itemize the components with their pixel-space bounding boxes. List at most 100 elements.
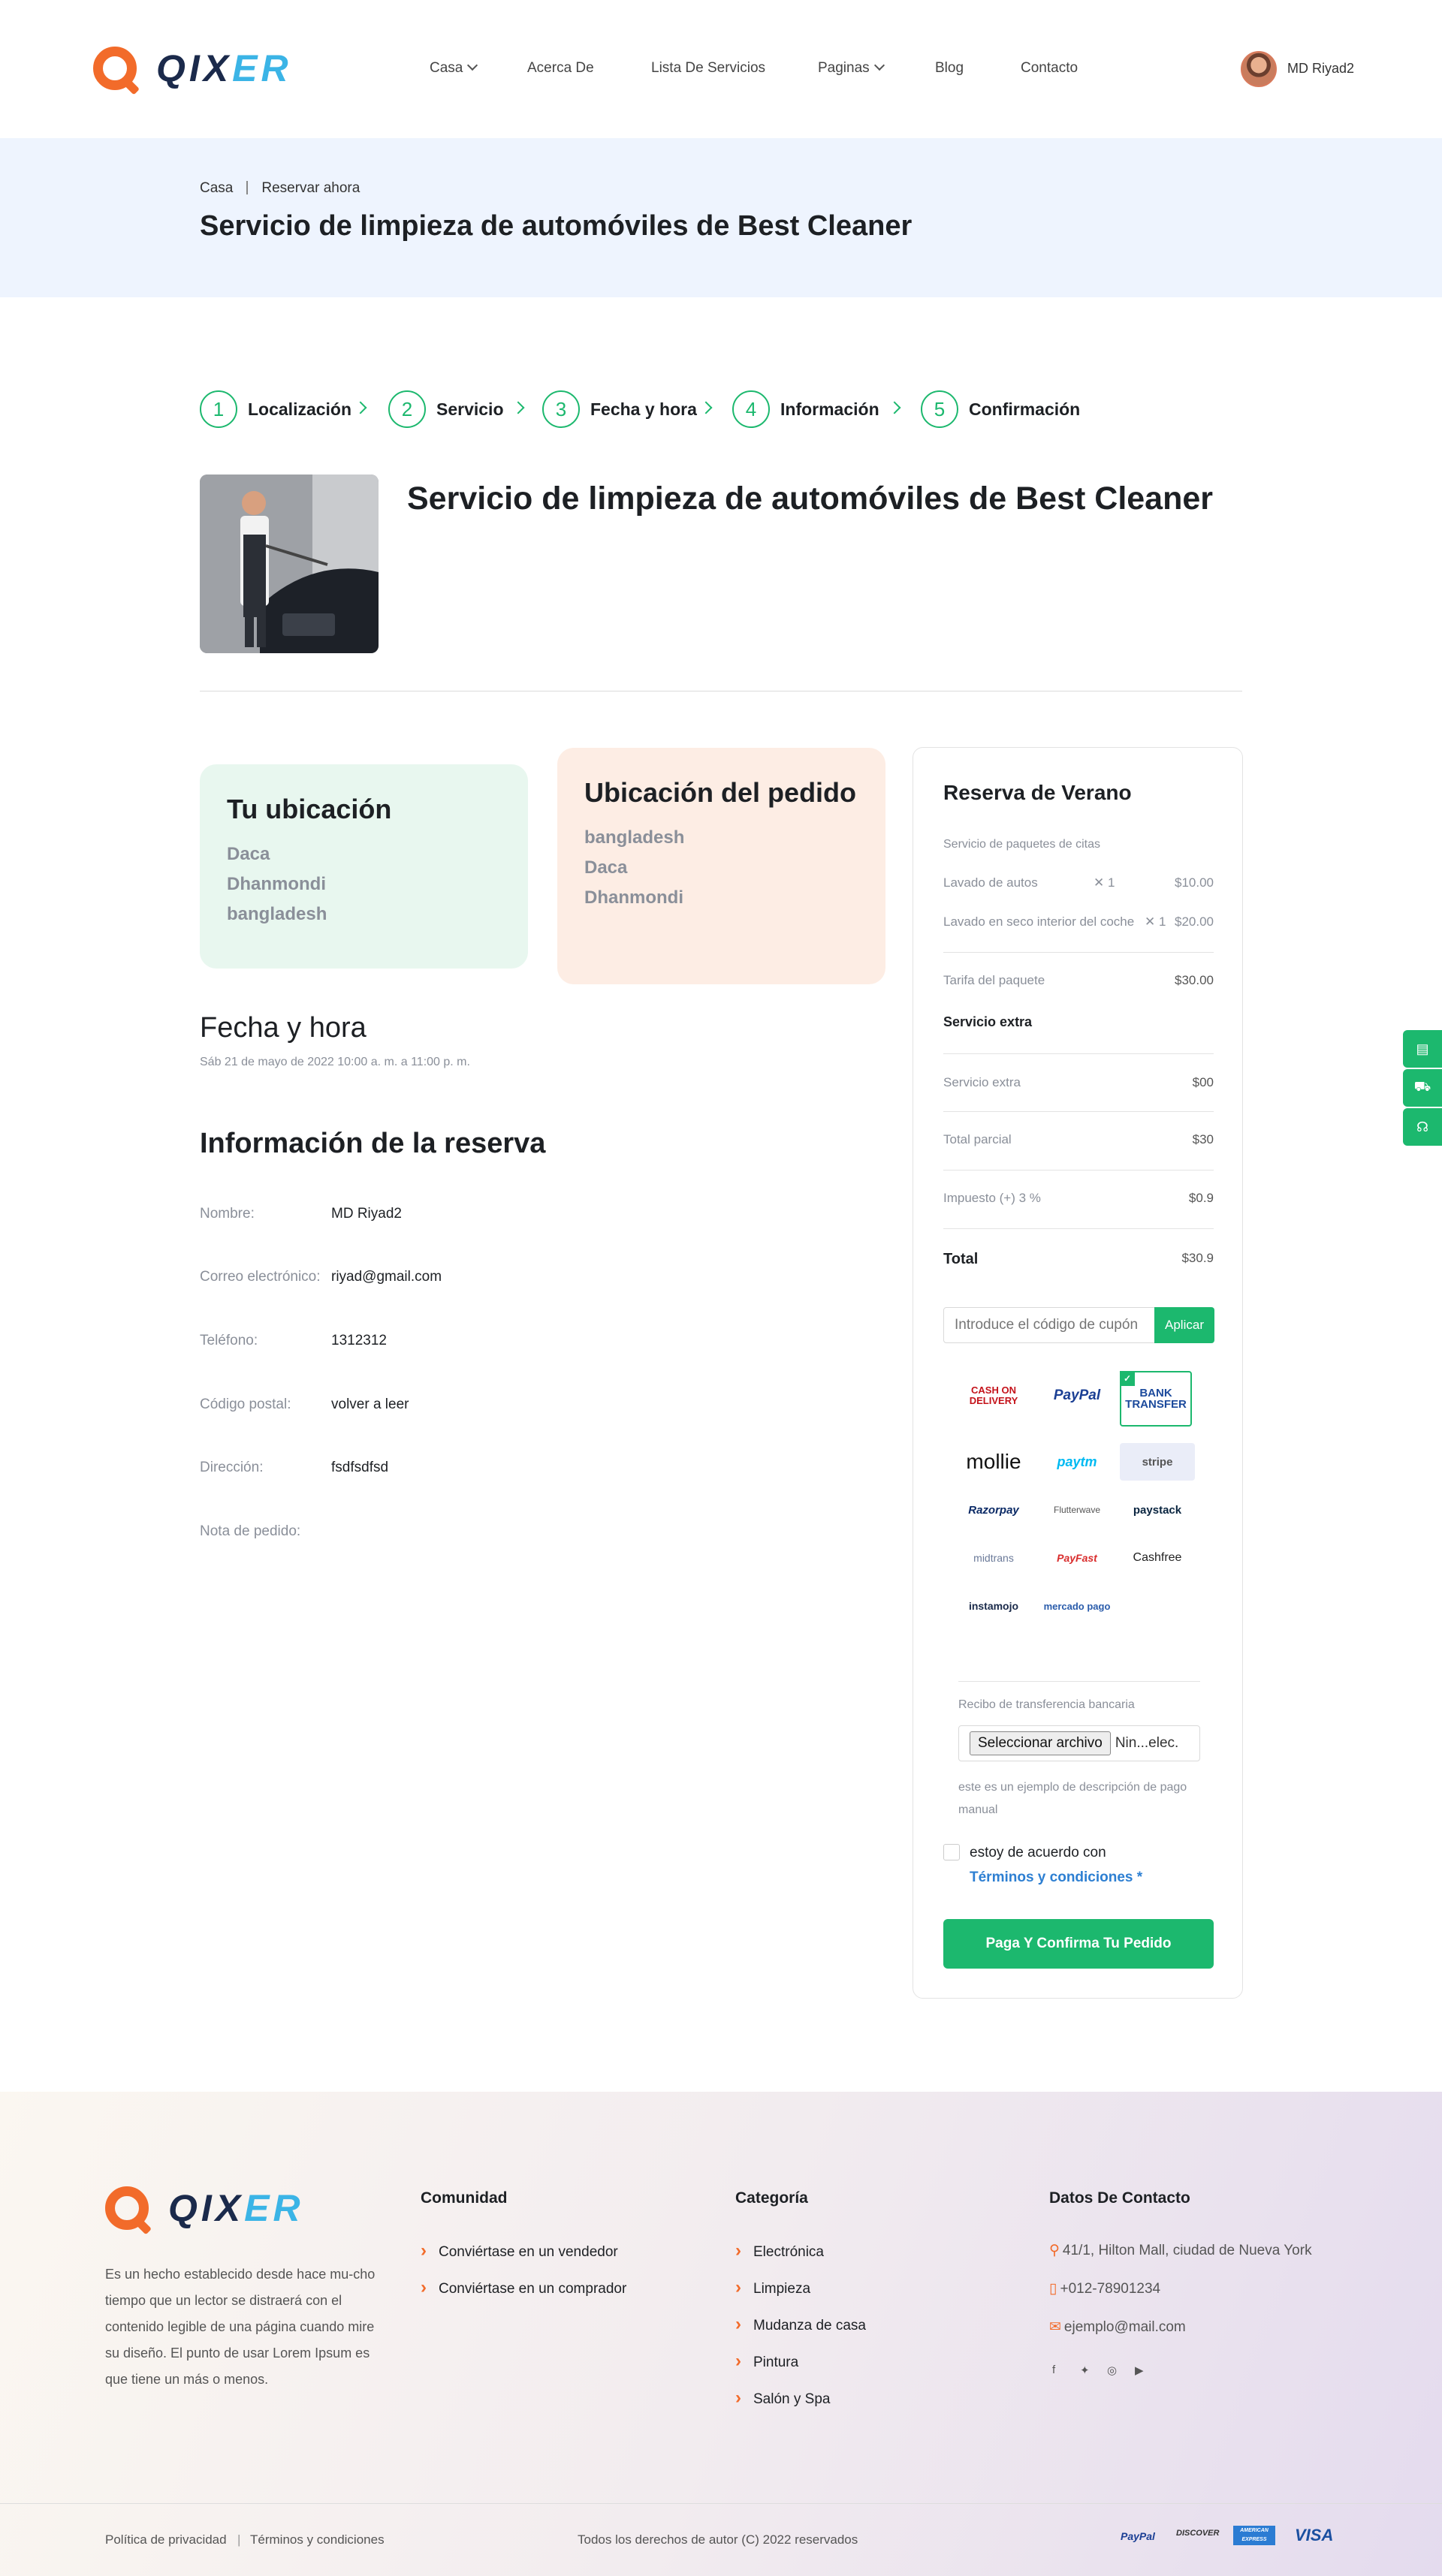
visa-card-icon: VISA bbox=[1295, 2526, 1334, 2544]
payment-payfast[interactable]: PayFast bbox=[1039, 1539, 1115, 1577]
user-avatar[interactable] bbox=[1241, 51, 1277, 87]
breadcrumb-home[interactable]: Casa bbox=[200, 180, 233, 196]
info-value-name: MD Riyad2 bbox=[331, 1206, 402, 1222]
footer-link-vendor[interactable]: Conviértase en un vendedor bbox=[421, 2240, 618, 2261]
step-fecha-hora[interactable]: 3 Fecha y hora bbox=[542, 390, 697, 428]
info-label: Correo electrónico: bbox=[200, 1269, 321, 1285]
manual-payment-description: este es un ejemplo de descripción de pag… bbox=[958, 1781, 1187, 1816]
nav-contacto[interactable]: Contacto bbox=[1021, 60, 1078, 77]
step-servicio[interactable]: 2 Servicio bbox=[388, 390, 504, 428]
order-location-title: Ubicación del pedido bbox=[584, 777, 857, 808]
choose-file-button[interactable]: Seleccionar archivo bbox=[970, 1731, 1111, 1755]
headset-icon[interactable]: ☊ bbox=[1403, 1108, 1442, 1146]
file-status: Nin...elec. bbox=[1115, 1735, 1179, 1751]
nav-lista-servicios[interactable]: Lista De Servicios bbox=[651, 60, 765, 77]
logo-text-accent: ER bbox=[232, 47, 292, 89]
chevron-right-icon bbox=[888, 401, 901, 414]
footer-logo[interactable]: QIXER bbox=[105, 2186, 304, 2230]
payment-stripe[interactable]: stripe bbox=[1120, 1443, 1195, 1481]
apply-coupon-button[interactable]: Aplicar bbox=[1154, 1307, 1214, 1343]
contact-email[interactable]: ✉ ejemplo@mail.com bbox=[1049, 2318, 1186, 2336]
nav-paginas[interactable]: Paginas bbox=[818, 59, 885, 77]
footer-link-mudanza[interactable]: Mudanza de casa bbox=[735, 2314, 866, 2335]
payment-midtrans[interactable]: midtrans bbox=[956, 1539, 1031, 1577]
payment-razorpay[interactable]: Razorpay bbox=[956, 1491, 1031, 1529]
divider bbox=[943, 1228, 1214, 1229]
payment-flutterwave[interactable]: Flutterwave bbox=[1039, 1491, 1115, 1529]
user-name[interactable]: MD Riyad2 bbox=[1287, 61, 1354, 77]
booking-info-title: Información de la reserva bbox=[200, 1128, 546, 1159]
mail-icon: ✉ bbox=[1049, 2319, 1061, 2335]
cart-icon[interactable]: ⛟ bbox=[1403, 1069, 1442, 1107]
phone-icon: ▯ bbox=[1049, 2281, 1057, 2297]
receipt-file-input[interactable]: Seleccionar archivo Nin...elec. bbox=[958, 1725, 1200, 1761]
order-location-line: Dhanmondi bbox=[584, 887, 683, 908]
footer-link-electronica[interactable]: Electrónica bbox=[735, 2240, 824, 2261]
step-confirmacion[interactable]: 5 Confirmación bbox=[921, 390, 1080, 428]
close-icon: ✕ bbox=[1145, 914, 1159, 929]
checkmark-icon: ✓ bbox=[1120, 1371, 1135, 1386]
payment-cod[interactable]: CASH ON DELIVERY bbox=[956, 1377, 1031, 1415]
footer-divider bbox=[0, 2503, 1442, 2504]
info-label: Nombre: bbox=[200, 1206, 255, 1222]
chevron-right-icon bbox=[354, 401, 367, 414]
site-logo[interactable]: QIXER bbox=[93, 47, 292, 90]
contact-phone[interactable]: ▯ +012-78901234 bbox=[1049, 2280, 1160, 2297]
info-value-postal: volver a leer bbox=[331, 1396, 409, 1412]
terms-link[interactable]: Términos y condiciones * bbox=[970, 1869, 1142, 1886]
footer-link-salon[interactable]: Salón y Spa bbox=[735, 2388, 830, 2409]
your-location-line: Daca bbox=[227, 844, 270, 864]
page-title: Servicio de limpieza de automóviles de B… bbox=[200, 210, 913, 242]
order-location-line: bangladesh bbox=[584, 827, 685, 848]
payment-mollie[interactable]: mollie bbox=[956, 1443, 1031, 1481]
breadcrumb: Casa Reservar ahora bbox=[200, 180, 360, 197]
logo-mark-icon bbox=[93, 47, 137, 90]
your-location-line: Dhanmondi bbox=[227, 874, 326, 894]
info-value-email: riyad@gmail.com bbox=[331, 1269, 442, 1285]
booking-summary: Reserva de Verano Servicio de paquetes d… bbox=[913, 747, 1243, 1999]
divider bbox=[943, 952, 1214, 953]
info-label: Teléfono: bbox=[200, 1333, 258, 1348]
payment-paypal[interactable]: PayPal bbox=[1039, 1377, 1115, 1415]
tax-row: Impuesto (+) 3 % $0.9 bbox=[943, 1191, 1214, 1205]
pay-confirm-button[interactable]: Paga Y Confirma Tu Pedido bbox=[943, 1919, 1214, 1969]
chevron-right-icon bbox=[699, 401, 713, 414]
payment-paytm[interactable]: paytm bbox=[1039, 1443, 1115, 1481]
privacy-link[interactable]: Política de privacidad bbox=[105, 2532, 227, 2547]
facebook-icon[interactable]: f bbox=[1052, 2364, 1055, 2376]
payment-bank-transfer[interactable]: BANK TRANSFER ✓ bbox=[1120, 1371, 1192, 1427]
footer-link-buyer[interactable]: Conviértase en un comprador bbox=[421, 2277, 626, 2298]
step-informacion[interactable]: 4 Información bbox=[732, 390, 879, 428]
terms-checkbox[interactable] bbox=[943, 1844, 960, 1860]
total-row: Total $30.9 bbox=[943, 1251, 1214, 1267]
chevron-down-icon bbox=[873, 59, 885, 71]
payment-paystack[interactable]: paystack bbox=[1120, 1491, 1195, 1529]
subtotal-row: Total parcial $30 bbox=[943, 1132, 1214, 1146]
service-title: Servicio de limpieza de automóviles de B… bbox=[407, 481, 1214, 517]
footer-link-limpieza[interactable]: Limpieza bbox=[735, 2277, 810, 2298]
payment-instamojo[interactable]: instamojo bbox=[956, 1587, 1031, 1625]
payment-mercadopago[interactable]: mercado pago bbox=[1039, 1587, 1115, 1625]
payment-cashfree[interactable]: Cashfree bbox=[1120, 1539, 1195, 1577]
footer-community-title: Comunidad bbox=[421, 2189, 508, 2207]
chevron-down-icon bbox=[467, 59, 478, 71]
divider bbox=[958, 1681, 1200, 1682]
nav-casa[interactable]: Casa bbox=[430, 59, 478, 77]
footer-link-pintura[interactable]: Pintura bbox=[735, 2351, 798, 2372]
instagram-icon[interactable]: ◎ bbox=[1107, 2364, 1117, 2377]
package-item: Lavado en seco interior del coche ✕ 1 $20.… bbox=[943, 914, 1214, 929]
breadcrumb-current: Reservar ahora bbox=[261, 180, 360, 196]
package-item: Lavado de autos ✕ 1 $10.00 bbox=[943, 875, 1214, 890]
twitter-icon[interactable]: ✦ bbox=[1080, 2364, 1090, 2377]
divider bbox=[943, 1053, 1214, 1054]
contact-address: ⚲ 41/1, Hilton Mall, ciudad de Nueva York bbox=[1049, 2243, 1312, 2258]
info-value-address: fsdfsdfsd bbox=[331, 1460, 389, 1475]
map-pin-icon: ⚲ bbox=[1049, 2243, 1060, 2258]
terms-footer-link[interactable]: Términos y condiciones bbox=[250, 2532, 385, 2547]
youtube-icon[interactable]: ▶ bbox=[1135, 2364, 1144, 2377]
nav-blog[interactable]: Blog bbox=[935, 60, 964, 77]
document-icon[interactable]: ▤ bbox=[1403, 1030, 1442, 1068]
coupon-input[interactable] bbox=[943, 1307, 1155, 1343]
step-localizacion[interactable]: 1 Localización bbox=[200, 390, 351, 428]
nav-acerca-de[interactable]: Acerca De bbox=[527, 60, 594, 77]
